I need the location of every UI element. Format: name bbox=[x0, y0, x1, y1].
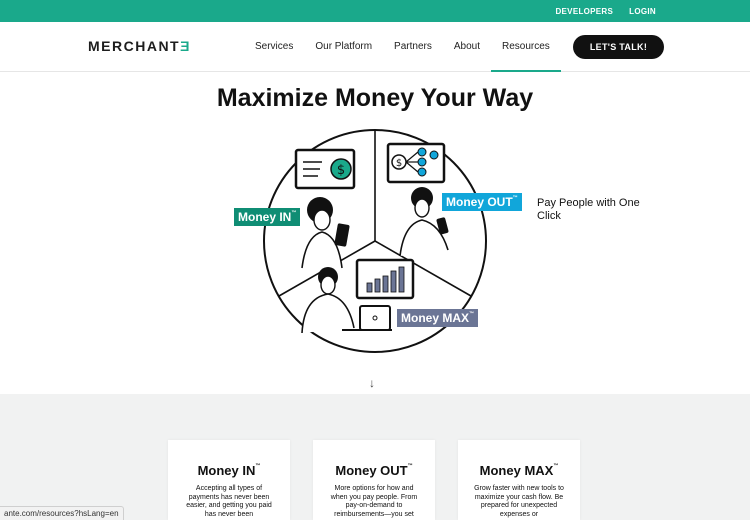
money-out-card[interactable]: Money OUT™ More options for how and when… bbox=[313, 440, 435, 520]
pay-people-caption: Pay People with One Click bbox=[537, 197, 640, 222]
login-link[interactable]: LOGIN bbox=[629, 7, 656, 16]
tm-mark: ™ bbox=[553, 463, 559, 469]
payment-monitor-icon: $ bbox=[294, 148, 356, 190]
card-description: More options for how and when you pay pe… bbox=[330, 485, 418, 518]
svg-text:$: $ bbox=[396, 158, 402, 169]
svg-text:$: $ bbox=[337, 163, 345, 178]
money-out-label-text: Money OUT bbox=[446, 195, 513, 209]
main-navigation: MERCHANTƎ Services Our Platform Partners… bbox=[0, 22, 750, 72]
money-in-label: Money IN™ bbox=[234, 208, 301, 226]
card-description: Accepting all types of payments has neve… bbox=[186, 485, 272, 518]
developers-link[interactable]: DEVELOPERS bbox=[555, 7, 613, 16]
tm-mark: ™ bbox=[291, 210, 297, 216]
nav-menu: Services Our Platform Partners About Res… bbox=[244, 22, 561, 72]
tm-mark: ™ bbox=[407, 463, 413, 469]
tm-mark: ™ bbox=[469, 311, 475, 317]
card-title: Money IN™ bbox=[168, 463, 290, 478]
page-title: Maximize Money Your Way bbox=[216, 84, 534, 112]
money-max-label-text: Money MAX bbox=[401, 311, 470, 325]
money-max-label: Money MAX™ bbox=[397, 309, 479, 327]
money-max-card[interactable]: Money MAX™ Grow faster with new tools to… bbox=[458, 440, 580, 520]
nav-item-services[interactable]: Services bbox=[244, 22, 304, 72]
card-title-text: Money IN bbox=[197, 463, 256, 478]
money-out-label: Money OUT™ bbox=[442, 193, 522, 211]
nav-item-resources[interactable]: Resources bbox=[490, 22, 561, 72]
nav-item-about[interactable]: About bbox=[443, 22, 491, 72]
logo-accent: Ǝ bbox=[180, 38, 191, 54]
money-in-card[interactable]: Money IN™ Accepting all types of payment… bbox=[168, 440, 290, 520]
scroll-down-arrow-icon[interactable]: ↓ bbox=[369, 376, 375, 390]
card-title-text: Money MAX bbox=[479, 463, 554, 478]
browser-status-url: ante.com/resources?hsLang=en bbox=[0, 506, 124, 520]
growth-chart-monitor-icon bbox=[355, 258, 415, 300]
card-title-text: Money OUT bbox=[335, 463, 408, 478]
money-in-label-text: Money IN bbox=[238, 210, 292, 224]
payout-monitor-icon: $ bbox=[386, 142, 446, 184]
card-description: Grow faster with new tools to maximize y… bbox=[474, 485, 564, 518]
logo-text: MERCHANT bbox=[88, 38, 181, 54]
merchante-logo[interactable]: MERCHANTƎ bbox=[88, 38, 191, 54]
nav-item-partners[interactable]: Partners bbox=[383, 22, 443, 72]
card-title: Money MAX™ bbox=[458, 463, 580, 478]
tm-mark: ™ bbox=[512, 195, 518, 201]
tm-mark: ™ bbox=[255, 463, 261, 469]
card-title: Money OUT™ bbox=[313, 463, 435, 478]
lets-talk-button[interactable]: LET'S TALK! bbox=[573, 35, 664, 59]
top-utility-bar: DEVELOPERS LOGIN bbox=[0, 0, 750, 22]
nav-item-our-platform[interactable]: Our Platform bbox=[304, 22, 383, 72]
